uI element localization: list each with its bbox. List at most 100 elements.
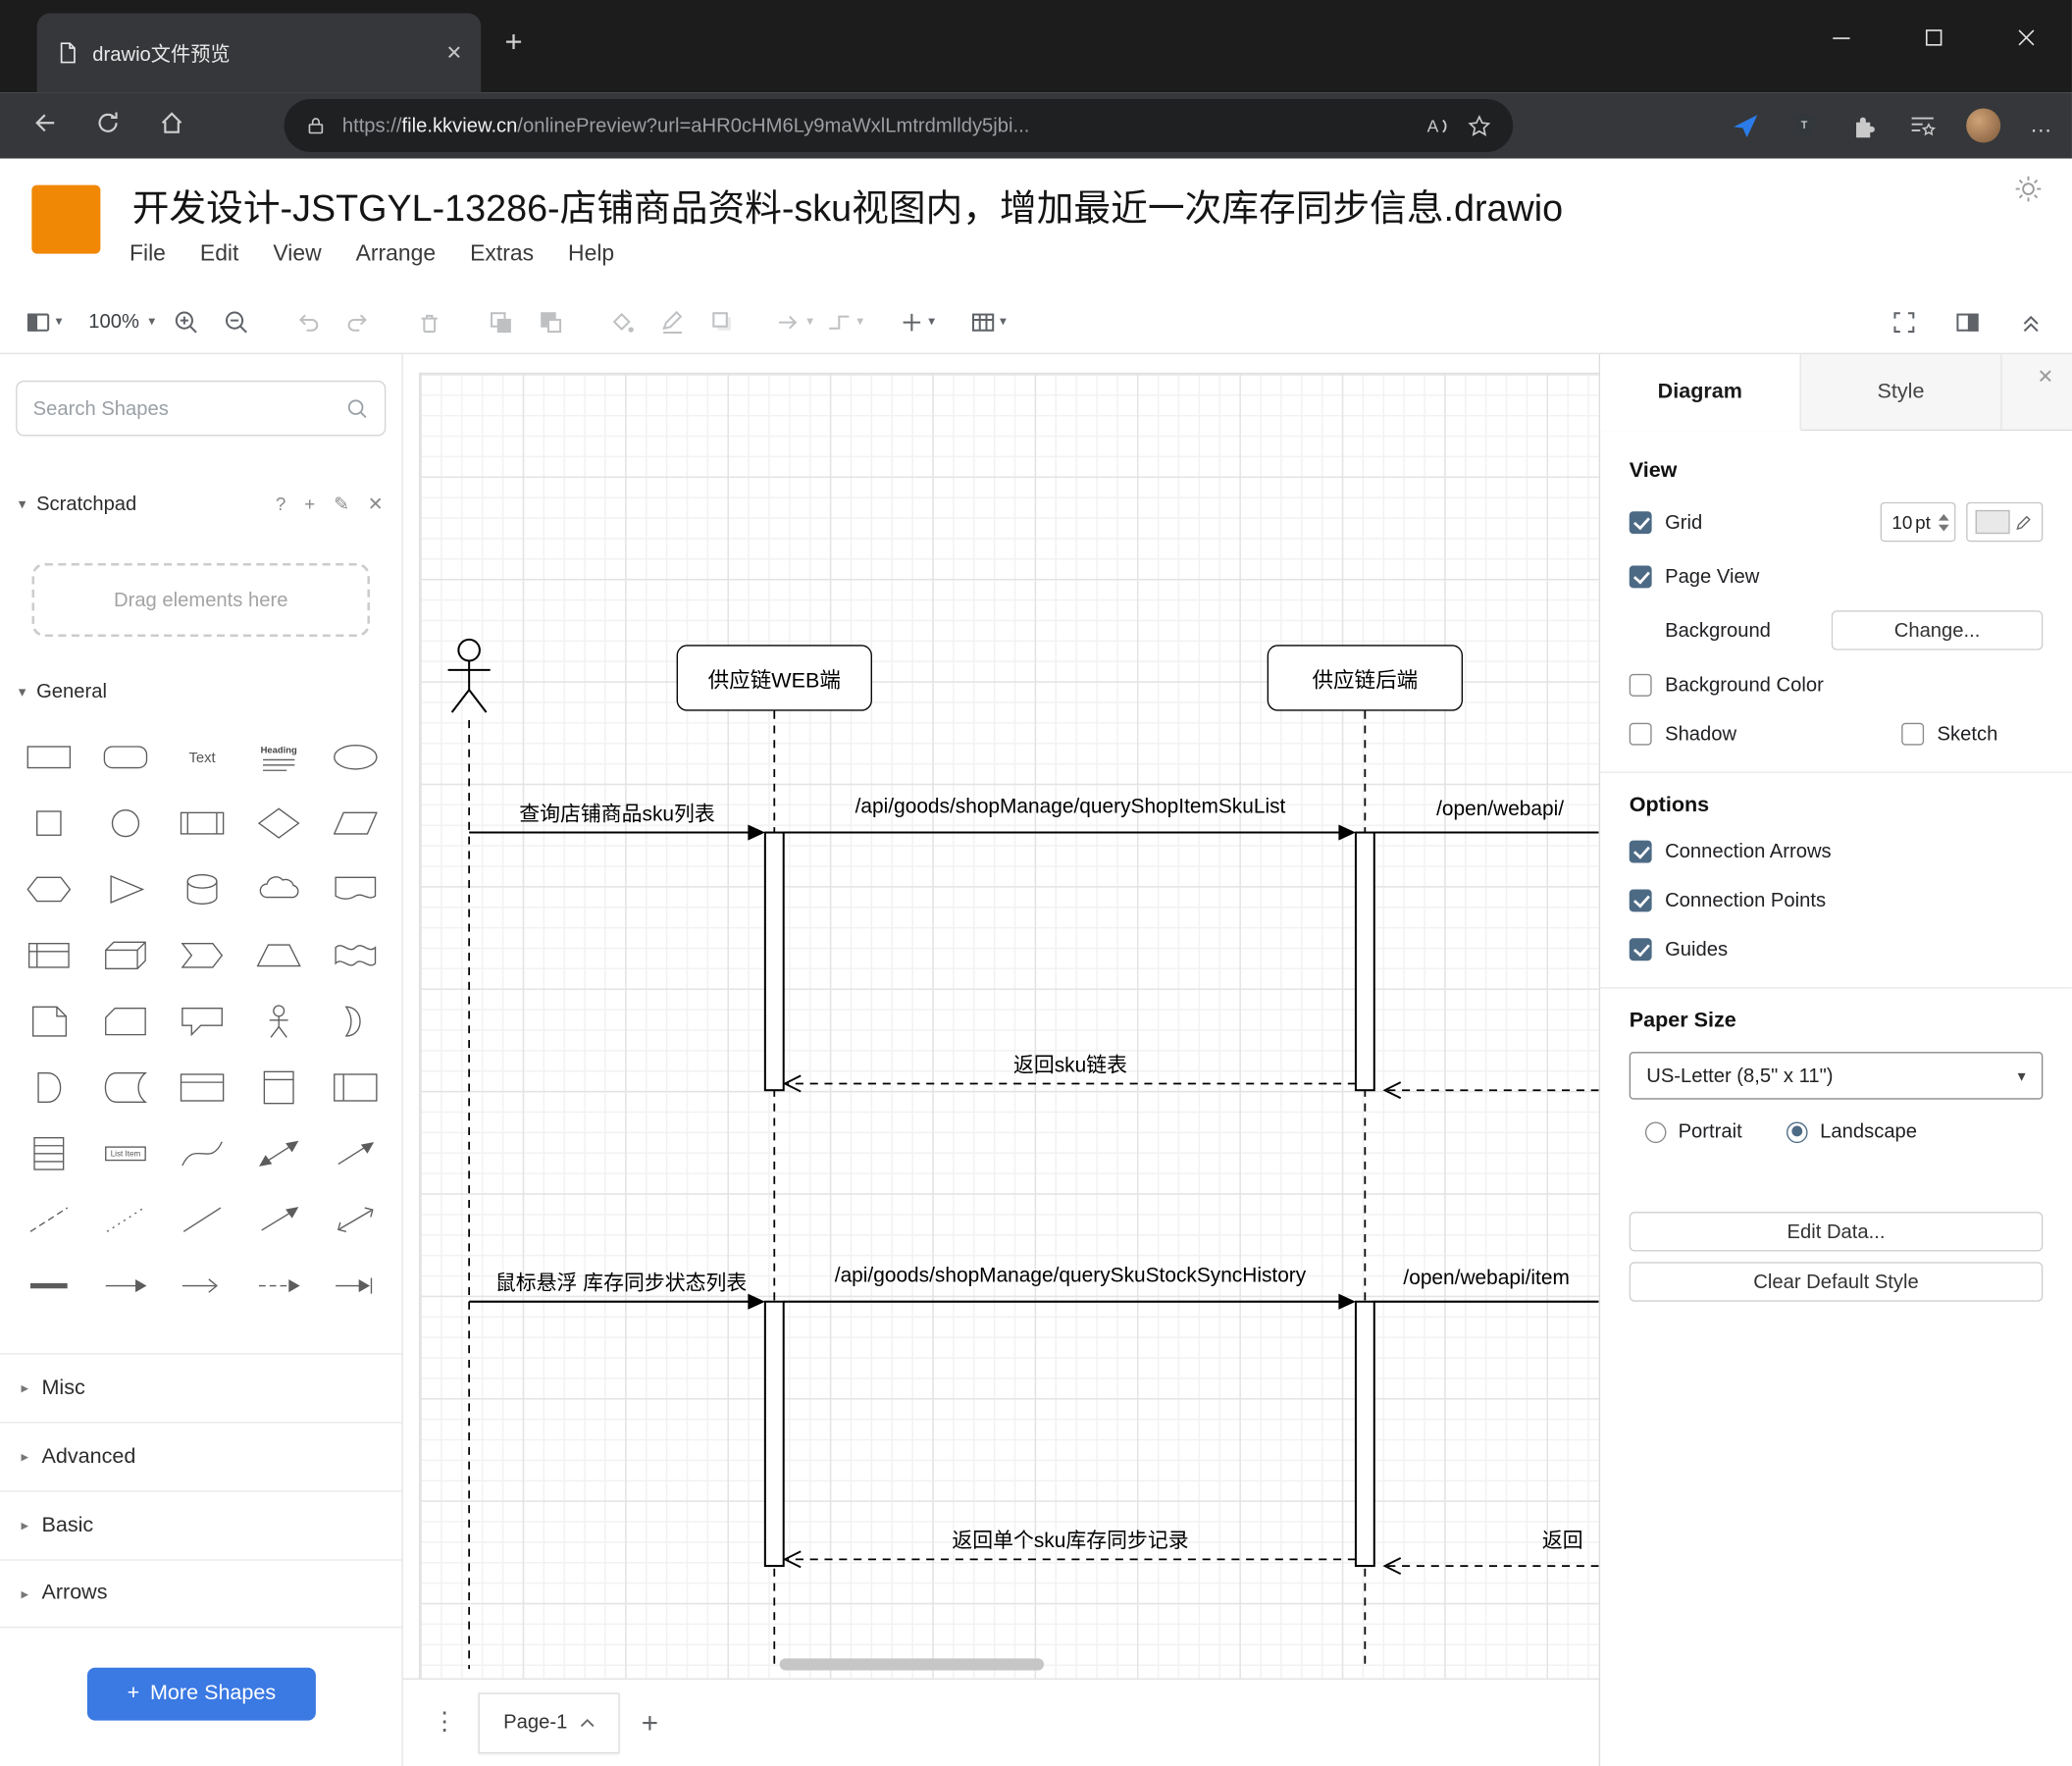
scratchpad-dropzone[interactable]: Drag elements here: [31, 562, 371, 638]
guides-checkbox[interactable]: [1629, 937, 1652, 961]
shield-extension-icon[interactable]: T: [1790, 111, 1820, 140]
end-bar-arrow-shape[interactable]: [317, 1253, 393, 1319]
browser-tab[interactable]: drawio文件预览 ✕: [36, 13, 482, 93]
diagonal-arrow-shape[interactable]: [240, 1187, 317, 1253]
list-item-shape[interactable]: List Item: [87, 1120, 164, 1186]
message-label[interactable]: /api/goods/shopManage/queryShopItemSkuLi…: [855, 796, 1286, 819]
process-shape[interactable]: [164, 790, 240, 856]
data-storage-shape[interactable]: [87, 1055, 164, 1120]
cloud-shape[interactable]: [240, 857, 317, 922]
connection-points-checkbox[interactable]: [1629, 888, 1652, 911]
message-label[interactable]: 返回: [1542, 1525, 1583, 1554]
parallelogram-shape[interactable]: [317, 790, 393, 856]
horizontal-scrollbar[interactable]: [779, 1658, 1045, 1671]
delete-icon[interactable]: [407, 299, 452, 344]
square-shape[interactable]: [11, 790, 87, 856]
sketch-checkbox[interactable]: [1901, 722, 1925, 745]
back-icon[interactable]: [31, 109, 58, 142]
arrow-shape[interactable]: [87, 1253, 164, 1319]
tab-diagram[interactable]: Diagram: [1600, 353, 1801, 432]
edit-data-button[interactable]: Edit Data...: [1629, 1212, 2044, 1252]
text-shape[interactable]: Text: [164, 724, 240, 790]
sequence-diagram-svg[interactable]: [403, 354, 1599, 1679]
zoom-out-icon[interactable]: [215, 299, 260, 344]
scratchpad-header[interactable]: ▾ Scratchpad ? + ✎ ✕: [0, 481, 401, 526]
zoom-level-dropdown[interactable]: 100% ▾: [72, 299, 159, 344]
pages-menu-icon[interactable]: ⋮: [432, 1708, 457, 1739]
curve-shape[interactable]: [164, 1120, 240, 1186]
message-label[interactable]: /open/webapi/: [1436, 799, 1564, 822]
simple-arrow-shape[interactable]: [164, 1253, 240, 1319]
scratchpad-add-icon[interactable]: +: [304, 493, 315, 515]
link-shape[interactable]: [11, 1253, 87, 1319]
profile-avatar[interactable]: [1966, 108, 2001, 143]
activation-bars[interactable]: [763, 831, 1375, 1568]
extension-icon-blue[interactable]: [1730, 110, 1761, 141]
fullscreen-icon[interactable]: [1882, 299, 1927, 344]
close-window-button[interactable]: [1980, 0, 2072, 74]
section-misc[interactable]: ▸ Misc: [0, 1353, 402, 1422]
container-shape[interactable]: [164, 1055, 240, 1120]
menu-edit[interactable]: Edit: [200, 240, 238, 267]
actor-figure[interactable]: [447, 638, 491, 713]
more-shapes-button[interactable]: + More Shapes: [86, 1667, 316, 1721]
clear-default-style-button[interactable]: Clear Default Style: [1629, 1262, 2044, 1302]
triangle-shape[interactable]: [87, 857, 164, 922]
rounded-rectangle-shape[interactable]: [87, 724, 164, 790]
fill-color-icon[interactable]: [600, 299, 646, 344]
shadow-checkbox[interactable]: [1629, 722, 1652, 745]
or-shape[interactable]: [317, 988, 393, 1054]
shape-search-box[interactable]: [16, 380, 387, 437]
favorites-list-icon[interactable]: [1908, 111, 1938, 140]
table-button[interactable]: ▾: [965, 299, 1010, 344]
close-format-panel-icon[interactable]: ✕: [2019, 354, 2072, 430]
maximize-button[interactable]: [1887, 0, 1979, 74]
scratchpad-close-icon[interactable]: ✕: [368, 493, 384, 515]
page-tab[interactable]: Page-1: [478, 1692, 621, 1753]
hexagon-shape[interactable]: [11, 857, 87, 922]
step-shape[interactable]: [164, 922, 240, 988]
menu-view[interactable]: View: [273, 240, 321, 267]
section-general[interactable]: ▾ General: [0, 669, 401, 714]
menu-extras[interactable]: Extras: [470, 240, 534, 267]
callout-shape[interactable]: [164, 988, 240, 1054]
insert-button[interactable]: ▾: [894, 299, 939, 344]
circle-shape[interactable]: [87, 790, 164, 856]
note-shape[interactable]: [11, 988, 87, 1054]
menu-file[interactable]: File: [130, 240, 166, 267]
theme-toggle-sun-icon[interactable]: [2014, 175, 2044, 210]
favorite-star-icon[interactable]: [1467, 113, 1492, 138]
to-front-icon[interactable]: [479, 299, 524, 344]
vertical-container-shape[interactable]: [240, 1055, 317, 1120]
grid-checkbox[interactable]: [1629, 510, 1652, 534]
list-shape[interactable]: [11, 1120, 87, 1186]
extensions-puzzle-icon[interactable]: [1848, 110, 1879, 140]
message-label[interactable]: /open/webapi/item: [1403, 1268, 1569, 1291]
connection-arrows-checkbox[interactable]: [1629, 839, 1652, 862]
internal-storage-shape[interactable]: [11, 922, 87, 988]
refresh-icon[interactable]: [95, 109, 122, 142]
message-label[interactable]: 鼠标悬浮 库存同步状态列表: [495, 1268, 747, 1297]
minimize-button[interactable]: [1794, 0, 1887, 74]
shadow-icon[interactable]: [700, 299, 746, 344]
search-input[interactable]: [32, 396, 337, 420]
diagonal-double-arrow-shape[interactable]: [317, 1187, 393, 1253]
grid-size-input[interactable]: 10 pt: [1880, 501, 1956, 543]
participant-web[interactable]: 供应链WEB端: [676, 645, 872, 711]
redo-icon[interactable]: [337, 299, 382, 344]
portrait-radio[interactable]: Portrait: [1644, 1120, 1742, 1143]
line-shape[interactable]: [164, 1187, 240, 1253]
document-shape[interactable]: [317, 857, 393, 922]
card-shape[interactable]: [87, 988, 164, 1054]
cylinder-shape[interactable]: [164, 857, 240, 922]
browser-menu-icon[interactable]: …: [2030, 112, 2053, 138]
new-tab-button[interactable]: +: [505, 24, 523, 59]
section-advanced[interactable]: ▸ Advanced: [0, 1422, 402, 1490]
dotted-line-shape[interactable]: [87, 1187, 164, 1253]
message-label[interactable]: /api/goods/shopManage/querySkuStockSyncH…: [835, 1265, 1306, 1288]
tab-close-icon[interactable]: ✕: [445, 41, 462, 65]
home-icon[interactable]: [159, 109, 185, 142]
participant-backend[interactable]: 供应链后端: [1267, 645, 1464, 711]
zoom-in-icon[interactable]: [165, 299, 210, 344]
diagram-canvas[interactable]: 供应链WEB端 供应链后端 查询店铺商品sku列表 /api/goods/sho…: [402, 353, 1599, 1679]
